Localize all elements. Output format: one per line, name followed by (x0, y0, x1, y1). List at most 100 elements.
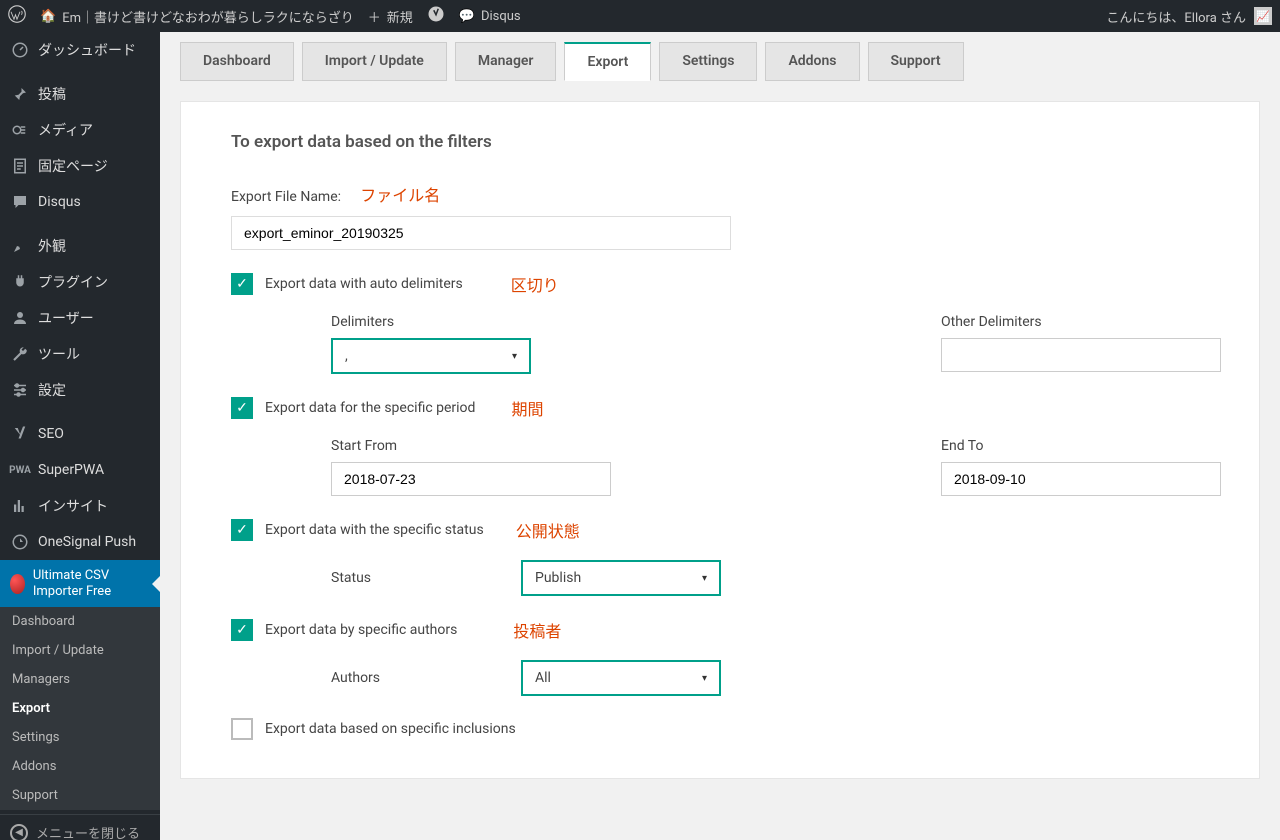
site-home[interactable]: 🏠 Em｜書けど書けどなおわが暮らしラクにならざり (40, 7, 354, 26)
auto-delimiters-row: ✓ Export data with auto delimiters 区切り (231, 272, 1209, 296)
period-checkbox[interactable]: ✓ (231, 397, 253, 419)
end-to-col: End To (941, 438, 1221, 496)
plug-icon (10, 272, 30, 292)
authors-row-label: Export data by specific authors (265, 622, 457, 638)
tab-export[interactable]: Export (564, 42, 651, 81)
sidebar-item-insight[interactable]: インサイト (0, 488, 160, 524)
user-icon (10, 308, 30, 328)
collapse-menu[interactable]: ◀メニューを閉じる (0, 814, 160, 840)
period-fields: Start From End To (331, 438, 1209, 496)
sidebar-item-settings[interactable]: 設定 (0, 372, 160, 408)
file-name-label: Export File Name: (231, 189, 341, 205)
delimiters-col: Delimiters , ▾ (331, 314, 531, 374)
auto-delimiters-annotation: 区切り (511, 272, 559, 296)
sub-managers[interactable]: Managers (0, 665, 160, 694)
sidebar-item-superpwa[interactable]: PWASuperPWA (0, 452, 160, 488)
admin-bar: 🏠 Em｜書けど書けどなおわが暮らしラクにならざり ＋ 新規 💬Disqus こんに… (0, 0, 1280, 32)
home-icon: 🏠 (40, 9, 56, 24)
plugin-tabs: Dashboard Import / Update Manager Export… (180, 42, 1260, 81)
authors-select[interactable]: All ▾ (521, 660, 721, 696)
wp-logo[interactable] (8, 5, 26, 27)
sidebar-item-posts[interactable]: 投稿 (0, 76, 160, 112)
status-checkbox[interactable]: ✓ (231, 519, 253, 541)
admin-bar-right: こんにちは、Ellora さん 📈 (1106, 7, 1272, 26)
sidebar-item-dashboard[interactable]: ダッシュボード (0, 32, 160, 68)
media-icon (10, 120, 30, 140)
delimiters-select[interactable]: , ▾ (331, 338, 531, 374)
sub-dashboard[interactable]: Dashboard (0, 607, 160, 636)
site-title: Em｜書けど書けどなおわが暮らしラクにならざり (62, 7, 354, 26)
collapse-icon: ◀ (10, 824, 28, 840)
start-from-col: Start From (331, 438, 611, 496)
status-annotation: 公開状態 (516, 518, 580, 542)
status-select[interactable]: Publish ▾ (521, 560, 721, 596)
tab-settings[interactable]: Settings (659, 42, 757, 81)
export-panel: To export data based on the filters Expo… (180, 101, 1260, 779)
plus-icon: ＋ (368, 7, 381, 26)
chart-icon (10, 496, 30, 516)
new-label: 新規 (387, 7, 413, 26)
sub-import-update[interactable]: Import / Update (0, 636, 160, 665)
greeting[interactable]: こんにちは、Ellora さん (1106, 7, 1246, 26)
panel-title: To export data based on the filters (231, 132, 1209, 152)
file-name-row: Export File Name: ファイル名 (231, 182, 1209, 250)
sidebar-item-csv-importer[interactable]: Ultimate CSV Importer Free (0, 560, 160, 607)
sidebar-item-seo[interactable]: SEO (0, 416, 160, 452)
content-area: Dashboard Import / Update Manager Export… (160, 32, 1280, 840)
sidebar-item-onesignal[interactable]: OneSignal Push (0, 524, 160, 560)
wordpress-icon (8, 5, 26, 27)
authors-annotation: 投稿者 (513, 618, 561, 642)
inclusions-label: Export data based on specific inclusions (265, 721, 516, 737)
inclusions-checkbox[interactable] (231, 718, 253, 740)
page-icon (10, 156, 30, 176)
sidebar-item-pages[interactable]: 固定ページ (0, 148, 160, 184)
file-name-annotation: ファイル名 (360, 186, 440, 205)
sidebar-item-plugins[interactable]: プラグイン (0, 264, 160, 300)
sub-export[interactable]: Export (0, 694, 160, 723)
brush-icon (10, 236, 30, 256)
sidebar-item-disqus[interactable]: Disqus (0, 184, 160, 220)
tab-import-update[interactable]: Import / Update (302, 42, 447, 81)
status-row-label: Export data with the specific status (265, 522, 484, 538)
inclusions-row: Export data based on specific inclusions (231, 718, 1209, 740)
yoast[interactable] (427, 5, 445, 27)
sub-support[interactable]: Support (0, 781, 160, 810)
auto-delimiters-checkbox[interactable]: ✓ (231, 273, 253, 295)
pin-icon (10, 84, 30, 104)
period-annotation: 期間 (511, 396, 543, 420)
sidebar-submenu: Dashboard Import / Update Managers Expor… (0, 607, 160, 810)
tab-manager[interactable]: Manager (455, 42, 557, 81)
start-from-input[interactable] (331, 462, 611, 496)
sub-addons[interactable]: Addons (0, 752, 160, 781)
authors-label: Authors (331, 670, 461, 686)
other-delimiters-label: Other Delimiters (941, 314, 1221, 330)
end-to-label: End To (941, 438, 1221, 454)
status-row: ✓ Export data with the specific status 公… (231, 518, 1209, 542)
tab-addons[interactable]: Addons (765, 42, 859, 81)
auto-delimiters-label: Export data with auto delimiters (265, 276, 463, 292)
end-to-input[interactable] (941, 462, 1221, 496)
csv-importer-icon (10, 574, 25, 594)
sub-settings[interactable]: Settings (0, 723, 160, 752)
wrench-icon (10, 344, 30, 364)
sidebar-item-appearance[interactable]: 外観 (0, 228, 160, 264)
sidebar-item-media[interactable]: メディア (0, 112, 160, 148)
chevron-down-icon: ▾ (512, 351, 517, 362)
delimiters-label: Delimiters (331, 314, 531, 330)
other-delimiters-input[interactable] (941, 338, 1221, 372)
tab-support[interactable]: Support (868, 42, 964, 81)
tab-dashboard[interactable]: Dashboard (180, 42, 294, 81)
comment-icon (10, 192, 30, 212)
chevron-down-icon: ▾ (702, 673, 707, 684)
file-name-input[interactable] (231, 216, 731, 250)
yoast-icon (427, 5, 445, 27)
disqus-link[interactable]: 💬Disqus (459, 9, 521, 24)
avatar[interactable]: 📈 (1254, 7, 1272, 25)
sliders-icon (10, 380, 30, 400)
sidebar-item-tools[interactable]: ツール (0, 336, 160, 372)
period-label: Export data for the specific period (265, 400, 475, 416)
sidebar-item-users[interactable]: ユーザー (0, 300, 160, 336)
authors-checkbox[interactable]: ✓ (231, 619, 253, 641)
start-from-label: Start From (331, 438, 611, 454)
new-content[interactable]: ＋ 新規 (368, 7, 413, 26)
